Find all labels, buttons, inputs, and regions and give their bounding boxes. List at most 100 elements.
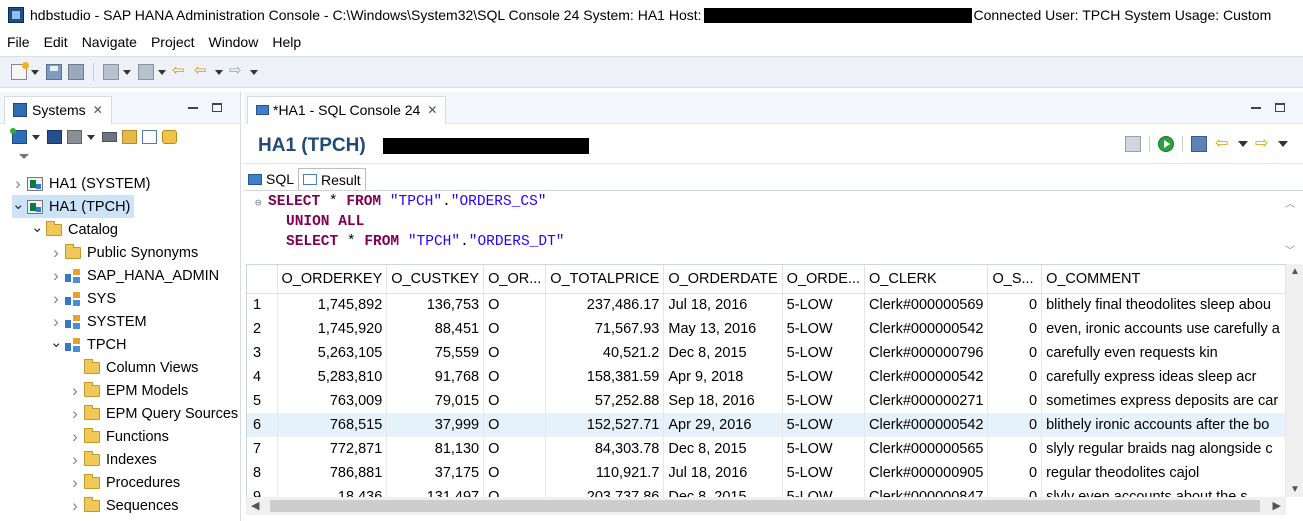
next-statement-dropdown[interactable]	[1278, 141, 1288, 147]
close-icon[interactable]: ✕	[93, 103, 103, 117]
next-annotation-dropdown[interactable]	[123, 69, 131, 75]
table-row[interactable]: 4 5,283,810 91,768 O 158,381.59 Apr 9, 2018 5-…	[247, 365, 1286, 389]
scroll-down-icon[interactable]: ﹀	[1285, 242, 1295, 257]
chevron-right-icon[interactable]: ›	[69, 381, 81, 401]
scroll-down-icon[interactable]: ▼	[1290, 484, 1300, 495]
back-dropdown[interactable]	[215, 69, 223, 75]
menu-window[interactable]: Window	[202, 34, 266, 50]
next-annotation-icon[interactable]	[103, 64, 119, 80]
sql-editor-scrollbar[interactable]: ︿ ﹀	[1283, 195, 1297, 257]
chevron-right-icon[interactable]: ›	[12, 174, 24, 194]
column-header[interactable]: O_ORDE...	[782, 265, 866, 294]
scroll-right-icon[interactable]: ▶	[1273, 499, 1281, 512]
tree-node[interactable]: ⌄ TPCH	[50, 333, 126, 356]
administration-console-icon[interactable]	[47, 130, 62, 144]
tree-node[interactable]: › Procedures	[69, 471, 180, 494]
scroll-thumb[interactable]	[270, 500, 1260, 512]
tree-node[interactable]: › Indexes	[69, 448, 157, 471]
add-system-dropdown[interactable]	[32, 134, 40, 140]
tab-sql-console-24[interactable]: *HA1 - SQL Console 24 ✕	[247, 95, 447, 124]
column-header[interactable]: O_ORDERDATE	[663, 265, 783, 294]
tree-node[interactable]: › SAP_HANA_ADMIN	[50, 264, 219, 287]
explain-plan-icon[interactable]	[1191, 136, 1207, 152]
chevron-right-icon[interactable]: ›	[50, 289, 62, 309]
link-with-editor-icon[interactable]	[162, 130, 177, 144]
column-header[interactable]: O_OR...	[483, 265, 547, 294]
tree-node[interactable]: ⌄ HA1 (TPCH)	[12, 195, 135, 218]
tree-node[interactable]: › Sequences	[69, 494, 178, 517]
forward-icon[interactable]	[229, 61, 246, 80]
back-icon[interactable]	[194, 61, 211, 80]
table-row[interactable]: 2 1,745,920 88,451 O 71,567.93 May 13, 2016 5-…	[247, 317, 1286, 341]
forward-dropdown[interactable]	[250, 69, 258, 75]
menu-help[interactable]: Help	[265, 34, 308, 50]
new-wizard-icon[interactable]	[11, 62, 29, 80]
menu-file[interactable]: File	[0, 34, 37, 50]
previous-annotation-icon[interactable]	[138, 64, 154, 80]
table-row[interactable]: 5 763,009 79,015 O 57,252.88 Sep 18, 2016 5-LO…	[247, 389, 1286, 413]
chevron-down-icon[interactable]: ⌄	[31, 218, 44, 236]
tree-node[interactable]: › HA1 (SYSTEM)	[12, 172, 150, 195]
collapse-all-icon[interactable]	[142, 130, 157, 144]
table-row[interactable]: 1 1,745,892 136,753 O 237,486.17 Jul 18, 2016…	[247, 293, 1286, 317]
tab-systems[interactable]: Systems ✕	[4, 95, 112, 124]
column-header[interactable]: O_CLERK	[864, 265, 989, 294]
tree-node[interactable]: › Public Synonyms	[50, 241, 198, 264]
column-header[interactable]: O_TOTALPRICE	[545, 265, 665, 294]
execute-icon[interactable]	[1158, 136, 1174, 152]
column-header[interactable]	[247, 265, 278, 294]
menu-edit[interactable]: Edit	[37, 34, 75, 50]
subtab-sql[interactable]: SQL	[244, 168, 298, 190]
chevron-right-icon[interactable]: ›	[69, 496, 81, 516]
view-menu-chevron-icon[interactable]	[19, 154, 29, 159]
find-object-icon[interactable]	[122, 130, 137, 144]
table-row[interactable]: 9 18,436 131,497 O 203,737.86 Dec 8, 2015 5-LO…	[247, 485, 1286, 497]
last-edit-location-icon[interactable]	[172, 61, 189, 80]
menu-project[interactable]: Project	[144, 34, 202, 50]
close-icon[interactable]: ✕	[427, 103, 437, 117]
column-header[interactable]: O_ORDERKEY	[277, 265, 388, 294]
add-system-icon[interactable]	[10, 128, 27, 144]
previous-statement-dropdown[interactable]	[1238, 141, 1248, 147]
new-dropdown-arrow[interactable]	[31, 69, 39, 75]
fold-toggle-icon[interactable]: ⊖	[255, 196, 262, 210]
open-sql-console-icon[interactable]	[102, 132, 117, 142]
stop-execution-icon[interactable]	[1125, 136, 1141, 152]
result-vertical-scrollbar[interactable]: ▲ ▼	[1286, 264, 1303, 497]
chevron-right-icon[interactable]: ›	[50, 266, 62, 286]
chevron-down-icon[interactable]: ⌄	[50, 333, 63, 351]
chevron-right-icon[interactable]: ›	[69, 473, 81, 493]
tree-node[interactable]: Column Views	[69, 356, 198, 379]
tree-node[interactable]: › Functions	[69, 425, 169, 448]
column-header[interactable]: O_COMMENT	[1041, 265, 1286, 294]
configuration-tools-icon[interactable]	[67, 130, 82, 144]
minimize-icon[interactable]	[1251, 106, 1261, 109]
tree-node[interactable]: › SYS	[50, 287, 116, 310]
subtab-result[interactable]: Result	[298, 168, 366, 190]
chevron-down-icon[interactable]: ⌄	[12, 195, 25, 213]
maximize-icon[interactable]	[212, 103, 222, 112]
result-grid[interactable]: O_ORDERKEY O_CUSTKEY O_OR... O_TOTALPRICE O_…	[246, 264, 1286, 497]
tree-node[interactable]: ⌄ Catalog	[31, 218, 118, 241]
result-horizontal-scrollbar[interactable]: ◀ ▶	[246, 497, 1286, 515]
chevron-right-icon[interactable]: ›	[69, 404, 81, 424]
previous-statement-icon[interactable]	[1215, 133, 1231, 153]
previous-annotation-dropdown[interactable]	[158, 69, 166, 75]
table-row[interactable]: 7 772,871 81,130 O 84,303.78 Dec 8, 2015 5-LOW…	[247, 437, 1286, 461]
tree-node[interactable]: › EPM Models	[69, 379, 188, 402]
column-header[interactable]: O_S...	[987, 265, 1043, 294]
maximize-icon[interactable]	[1275, 103, 1285, 112]
save-icon[interactable]	[46, 64, 62, 80]
table-row[interactable]: 8 786,881 37,175 O 110,921.7 Jul 18, 2016 5-LO…	[247, 461, 1286, 485]
table-row[interactable]: 3 5,263,105 75,559 O 40,521.2 Dec 8, 2015 5-LO…	[247, 341, 1286, 365]
save-all-icon[interactable]	[68, 64, 84, 80]
scroll-left-icon[interactable]: ◀	[251, 499, 259, 512]
scroll-up-icon[interactable]: ︿	[1285, 195, 1295, 210]
tree-node[interactable]: › SYSTEM	[50, 310, 146, 333]
minimize-icon[interactable]	[188, 106, 198, 109]
menu-navigate[interactable]: Navigate	[75, 34, 144, 50]
tree-node[interactable]: › EPM Query Sources	[69, 402, 238, 425]
chevron-right-icon[interactable]: ›	[50, 312, 62, 332]
tools-dropdown[interactable]	[87, 134, 95, 140]
chevron-right-icon[interactable]: ›	[50, 243, 62, 263]
